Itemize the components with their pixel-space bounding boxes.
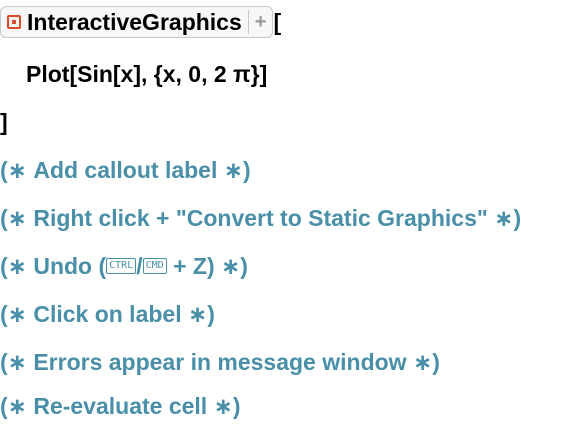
code-line-3: ] — [0, 104, 8, 140]
comment-text: Re-evaluate cell — [33, 392, 208, 419]
key-separator: / — [136, 252, 143, 279]
comment-text: Add callout label — [33, 156, 218, 183]
ctrl-key-icon: CTRL — [106, 258, 137, 274]
open-bracket: [ — [273, 8, 282, 35]
comment-close: ∗) — [221, 252, 248, 279]
close-bracket: ] — [0, 108, 8, 135]
comment-text-prefix: Undo ( — [33, 252, 107, 279]
resource-function-chip[interactable]: InteractiveGraphics + — [0, 6, 274, 38]
comment-line: (∗ Undo ( CTRL / CMD + Z) ∗) — [0, 248, 248, 284]
comment-text: Click on label — [33, 300, 182, 327]
comment-close: ∗) — [213, 392, 241, 419]
comment-text-suffix: + Z) — [166, 252, 215, 279]
comment-close: ∗) — [412, 348, 440, 375]
plot-expression: Plot[Sin[x], {x, 0, 2 π}] — [26, 60, 268, 87]
comment-line: (∗ Add callout label ∗) — [0, 152, 251, 188]
chip-divider — [247, 10, 249, 34]
comment-open: (∗ — [0, 392, 27, 419]
code-line-1: InteractiveGraphics + [ — [0, 4, 281, 40]
comment-close: ∗) — [494, 204, 522, 231]
comment-open: (∗ — [0, 204, 27, 231]
code-line-2: Plot[Sin[x], {x, 0, 2 π}] — [26, 56, 267, 92]
comment-text: Right click + "Convert to Static Graphic… — [33, 204, 488, 231]
comment-open: (∗ — [0, 156, 27, 183]
comment-line: (∗ Click on label ∗) — [0, 296, 215, 332]
expand-plus-icon[interactable]: + — [253, 11, 269, 34]
comment-line: (∗ Re-evaluate cell ∗) — [0, 388, 241, 424]
comment-line: (∗ Right click + "Convert to Static Grap… — [0, 200, 521, 236]
comment-open: (∗ — [0, 300, 27, 327]
comment-close: ∗) — [223, 156, 251, 183]
comment-line: (∗ Errors appear in message window ∗) — [0, 344, 440, 380]
resource-function-icon — [7, 15, 21, 29]
comment-close: ∗) — [187, 300, 215, 327]
comment-open: (∗ — [0, 348, 27, 375]
comment-text: Errors appear in message window — [33, 348, 407, 375]
comment-open: (∗ — [0, 252, 27, 279]
function-name: InteractiveGraphics — [27, 8, 242, 35]
cmd-key-icon: CMD — [142, 258, 167, 274]
